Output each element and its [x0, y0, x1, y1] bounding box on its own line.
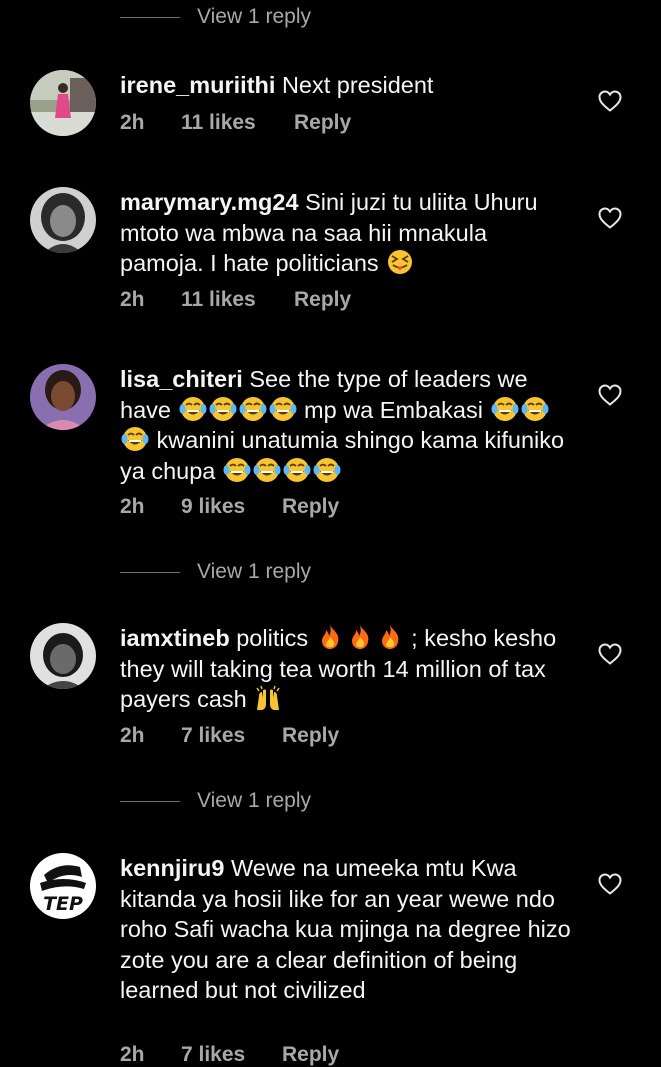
- tears-of-joy-emoji-icon: [312, 456, 342, 484]
- comment-time: 2h: [120, 1043, 145, 1066]
- reply-button[interactable]: Reply: [282, 1043, 339, 1067]
- like-heart-icon[interactable]: [598, 90, 622, 112]
- avatar[interactable]: [30, 70, 96, 136]
- comment-meta: 2h 11 likes Reply: [120, 111, 351, 135]
- avatar[interactable]: TEP: [30, 853, 96, 919]
- like-heart-icon[interactable]: [598, 207, 622, 229]
- comment-meta: 2h 11 likes Reply: [120, 288, 351, 312]
- squinting-tongue-emoji-icon: [385, 248, 415, 276]
- comment-body: marymary.mg24 Sini juzi tu uliita Uhuru …: [120, 187, 575, 279]
- avatar[interactable]: [30, 623, 96, 689]
- fire-emoji-icon: [315, 623, 345, 651]
- view-replies-button[interactable]: View 1 reply: [120, 557, 311, 587]
- raising-hands-emoji-icon: [253, 684, 283, 712]
- comment-text: Next president: [281, 72, 434, 98]
- fire-emoji-icon: [345, 623, 375, 651]
- comment-body: kennjiru9 Wewe na umeeka mtu Kwa kitanda…: [120, 853, 575, 1006]
- avatar[interactable]: [30, 187, 96, 253]
- tears-of-joy-emoji-icon: [178, 395, 208, 423]
- tears-of-joy-emoji-icon: [490, 395, 520, 423]
- tears-of-joy-emoji-icon: [222, 456, 252, 484]
- comment-body: iamxtineb politics ; kesho kesho they wi…: [120, 623, 575, 715]
- comment-body: irene_muriithi Next president: [120, 70, 575, 101]
- comment-time: 2h: [120, 724, 145, 747]
- comment-username[interactable]: irene_muriithi: [120, 72, 275, 98]
- svg-text:TEP: TEP: [43, 893, 83, 915]
- view-replies-label: View 1 reply: [197, 5, 312, 28]
- comment-text-part-1: politics: [236, 625, 309, 651]
- view-replies-label: View 1 reply: [197, 560, 312, 583]
- comment-time: 2h: [120, 495, 145, 518]
- comment-likes[interactable]: 9 likes: [181, 495, 282, 519]
- comment-body: lisa_chiteri See the type of leaders we …: [120, 364, 575, 486]
- reply-button[interactable]: Reply: [282, 495, 339, 519]
- comment-meta: 2h 7 likes Reply: [120, 1043, 339, 1067]
- comment-text-part-2: mp wa Embakasi: [304, 396, 483, 423]
- fire-emoji-icon: [375, 623, 405, 651]
- comment-likes[interactable]: 11 likes: [181, 111, 294, 135]
- comment-likes[interactable]: 7 likes: [181, 724, 282, 748]
- comment-meta: 2h 9 likes Reply: [120, 495, 339, 519]
- avatar[interactable]: [30, 364, 96, 430]
- like-heart-icon[interactable]: [598, 643, 622, 665]
- tears-of-joy-emoji-icon: [208, 395, 238, 423]
- tears-of-joy-emoji-icon: [238, 395, 268, 423]
- reply-button[interactable]: Reply: [282, 724, 339, 748]
- view-replies-button[interactable]: View 1 reply: [120, 786, 311, 816]
- tears-of-joy-emoji-icon: [252, 456, 282, 484]
- comment-text-part-3: kwanini unatumia shingo kama kifuniko ya…: [120, 427, 565, 484]
- like-heart-icon[interactable]: [598, 873, 622, 895]
- reply-button[interactable]: Reply: [294, 288, 351, 312]
- reply-divider-line: [120, 16, 180, 18]
- tears-of-joy-emoji-icon: [282, 456, 312, 484]
- reply-divider-line: [120, 800, 180, 802]
- comment-username[interactable]: lisa_chiteri: [120, 366, 243, 392]
- comment-username[interactable]: kennjiru9: [120, 855, 224, 881]
- like-heart-icon[interactable]: [598, 384, 622, 406]
- tears-of-joy-emoji-icon: [520, 395, 550, 423]
- view-replies-label: View 1 reply: [197, 789, 312, 812]
- comment-username[interactable]: iamxtineb: [120, 625, 230, 651]
- comment-meta: 2h 7 likes Reply: [120, 724, 339, 748]
- comment-time: 2h: [120, 111, 145, 134]
- comment-likes[interactable]: 7 likes: [181, 1043, 282, 1067]
- tears-of-joy-emoji-icon: [120, 425, 150, 453]
- reply-button[interactable]: Reply: [294, 111, 351, 135]
- tears-of-joy-emoji-icon: [268, 395, 298, 423]
- reply-divider-line: [120, 571, 180, 573]
- comment-time: 2h: [120, 288, 145, 311]
- comment-username[interactable]: marymary.mg24: [120, 189, 299, 215]
- comment-likes[interactable]: 11 likes: [181, 288, 294, 312]
- view-replies-button[interactable]: View 1 reply: [120, 2, 311, 32]
